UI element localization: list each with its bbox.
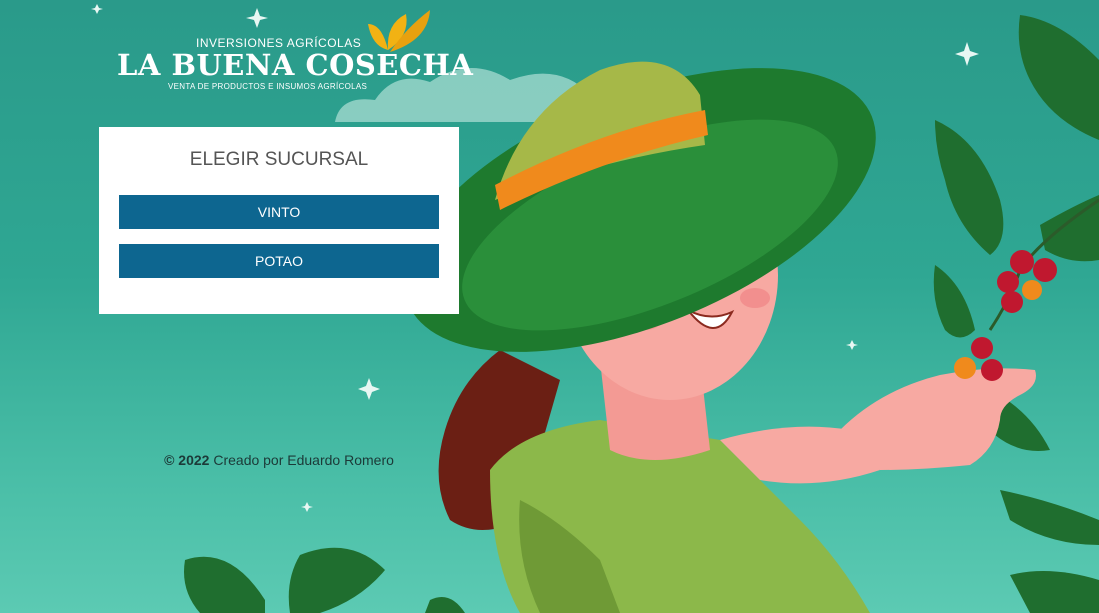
leaf-icon <box>933 15 1099 613</box>
logo-main-text: LA BUENA COSECHA <box>117 48 474 82</box>
branch-select-card: ELEGIR SUCURSAL VINTO POTAO <box>99 127 459 314</box>
leaf-icon <box>184 547 465 613</box>
logo: INVERSIONES AGRÍCOLAS LA BUENA COSECHA V… <box>110 10 473 100</box>
credit-text: Creado por Eduardo Romero <box>209 452 394 468</box>
branch-potao-button[interactable]: POTAO <box>119 244 439 278</box>
branch-vinto-button[interactable]: VINTO <box>119 195 439 229</box>
footer-credit: © 2022 Creado por Eduardo Romero <box>0 452 558 468</box>
logo-sub-text: VENTA DE PRODUCTOS E INSUMOS AGRÍCOLAS <box>168 82 368 91</box>
copyright-year: © 2022 <box>164 452 210 468</box>
card-title: ELEGIR SUCURSAL <box>189 149 369 170</box>
